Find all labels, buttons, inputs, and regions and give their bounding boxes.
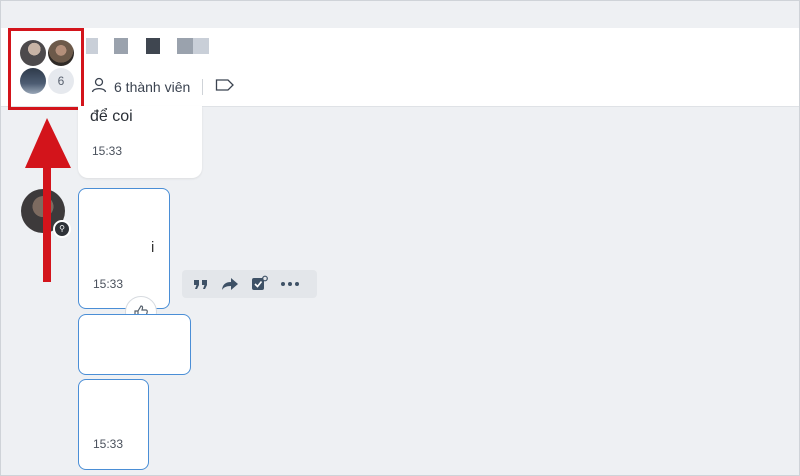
tag-icon[interactable] bbox=[215, 78, 235, 95]
message-bubble[interactable] bbox=[78, 314, 191, 375]
message-bubble[interactable]: i 15:33 bbox=[78, 188, 170, 309]
annotation-arrow-icon bbox=[25, 118, 71, 282]
message-time: 15:33 bbox=[93, 277, 124, 291]
member-count-label: 6 thành viên bbox=[114, 78, 191, 95]
message-time: 15:33 bbox=[93, 437, 124, 451]
member-info[interactable]: 6 thành viên bbox=[90, 76, 235, 97]
message-bubble[interactable]: 15:33 bbox=[78, 379, 149, 470]
divider bbox=[202, 78, 204, 95]
message-action-bar bbox=[182, 270, 317, 298]
quote-icon[interactable] bbox=[192, 277, 210, 291]
more-icon[interactable] bbox=[280, 281, 300, 287]
task-check-icon[interactable] bbox=[250, 275, 270, 293]
forward-icon[interactable] bbox=[220, 276, 240, 292]
message-text: i bbox=[151, 239, 155, 256]
message-text: để coi bbox=[90, 108, 133, 125]
person-icon bbox=[90, 76, 108, 97]
message-time: 15:33 bbox=[92, 144, 123, 158]
message-bubble[interactable]: để coi 15:33 bbox=[78, 106, 202, 178]
annotation-highlight-box bbox=[8, 28, 84, 110]
